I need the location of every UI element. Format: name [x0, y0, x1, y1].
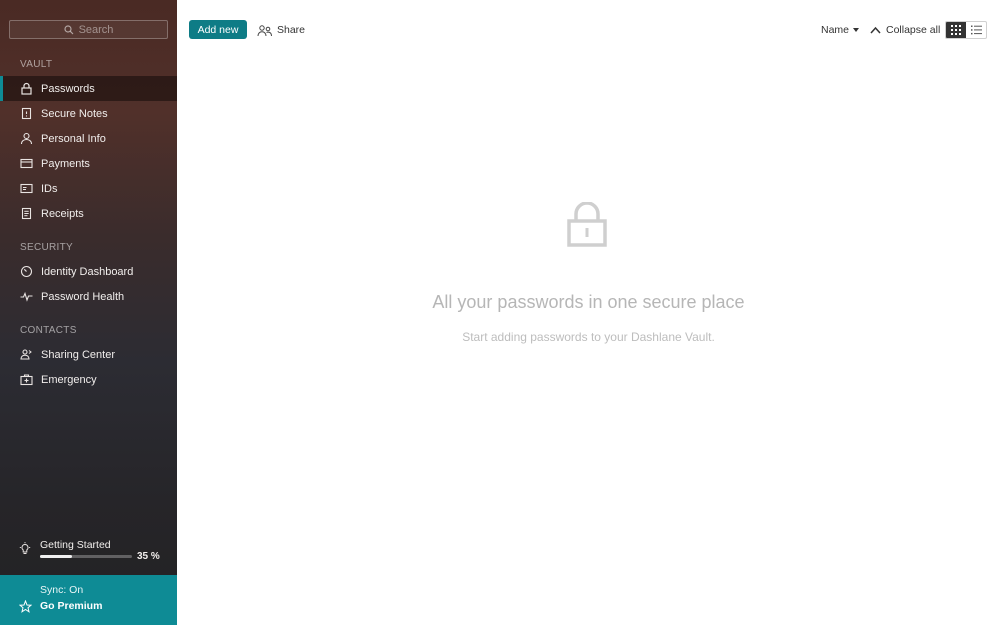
chevron-up-icon — [870, 26, 881, 34]
sort-label: Name — [821, 24, 850, 36]
empty-state-subtitle: Start adding passwords to your Dashlane … — [462, 330, 715, 344]
sidebar-item-passwords[interactable]: Passwords — [0, 76, 177, 101]
gauge-icon — [20, 265, 33, 278]
sidebar-item-label: Emergency — [41, 373, 97, 386]
sidebar-item-identity-dashboard[interactable]: Identity Dashboard — [0, 259, 177, 284]
share-label: Share — [277, 24, 306, 36]
add-new-button[interactable]: Add new — [189, 20, 247, 39]
padlock-icon — [567, 202, 607, 247]
sidebar-item-label: Identity Dashboard — [41, 265, 134, 278]
lightbulb-icon — [19, 542, 31, 554]
search-icon — [63, 24, 73, 34]
view-toggle — [945, 21, 987, 39]
caret-down-icon — [853, 28, 860, 32]
sidebar-item-label: Passwords — [41, 82, 95, 95]
share-icon — [257, 24, 272, 36]
getting-started-label: Getting Started — [40, 539, 111, 551]
sidebar-item-label: Payments — [41, 157, 90, 170]
sharing-icon — [20, 348, 33, 361]
sidebar-item-password-health[interactable]: Password Health — [0, 284, 177, 309]
getting-started-percent: 35 % — [137, 551, 160, 562]
sidebar: Search VAULT Passwords Secure Notes Pers… — [0, 0, 177, 625]
sidebar-item-payments[interactable]: Payments — [0, 151, 177, 176]
empty-state-title: All your passwords in one secure place — [432, 292, 745, 312]
getting-started-progress-fill — [40, 555, 73, 558]
section-header-contacts: CONTACTS — [20, 325, 77, 336]
sidebar-item-ids[interactable]: IDs — [0, 176, 177, 201]
list-view-button[interactable] — [966, 22, 986, 38]
collapse-all-label: Collapse all — [886, 24, 941, 36]
sidebar-item-label: Password Health — [41, 290, 125, 303]
pulse-icon — [20, 290, 33, 303]
star-icon — [19, 600, 32, 613]
card-icon — [20, 157, 33, 170]
search-placeholder: Search — [78, 23, 114, 36]
emergency-icon — [20, 373, 33, 386]
lock-icon — [20, 82, 33, 95]
search-input[interactable]: Search — [9, 20, 168, 39]
sidebar-item-label: Sharing Center — [41, 348, 115, 361]
go-premium-link[interactable]: Go Premium — [40, 600, 102, 612]
sidebar-item-secure-notes[interactable]: Secure Notes — [0, 101, 177, 126]
receipt-icon — [20, 207, 33, 220]
sync-status: Sync: On — [40, 584, 84, 596]
section-header-security: SECURITY — [20, 242, 73, 253]
sidebar-item-label: Receipts — [41, 207, 84, 220]
sidebar-item-label: IDs — [41, 182, 58, 195]
collapse-all-button[interactable]: Collapse all — [870, 22, 940, 38]
sort-dropdown[interactable]: Name — [821, 22, 860, 38]
main-panel: Add new Share Name Collapse all All your… — [177, 0, 1000, 625]
grid-icon — [951, 25, 961, 35]
share-button[interactable]: Share — [257, 22, 305, 38]
grid-view-button[interactable] — [946, 22, 966, 38]
note-icon — [20, 107, 33, 120]
sidebar-item-personal-info[interactable]: Personal Info — [0, 126, 177, 151]
section-header-vault: VAULT — [20, 59, 53, 70]
list-icon — [970, 25, 982, 35]
sidebar-item-label: Personal Info — [41, 132, 106, 145]
getting-started[interactable]: Getting Started 35 % — [0, 536, 177, 566]
id-icon — [20, 182, 33, 195]
sidebar-item-emergency[interactable]: Emergency — [0, 367, 177, 392]
getting-started-progress — [40, 555, 132, 558]
sidebar-item-label: Secure Notes — [41, 107, 108, 120]
sidebar-item-sharing-center[interactable]: Sharing Center — [0, 342, 177, 367]
person-icon — [20, 132, 33, 145]
sidebar-item-receipts[interactable]: Receipts — [0, 201, 177, 226]
premium-panel[interactable]: Sync: On Go Premium — [0, 575, 177, 625]
